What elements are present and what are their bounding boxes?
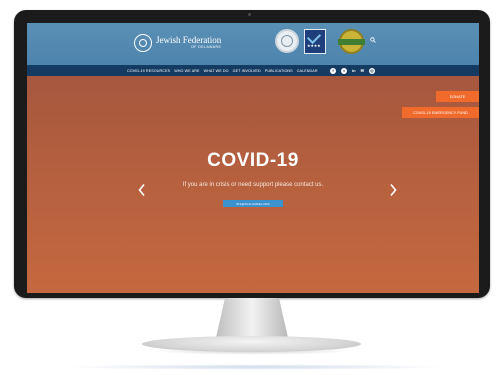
- nav-item-what-we-do[interactable]: WHAT WE DO: [204, 69, 229, 73]
- charity-navigator-badge-icon[interactable]: ★★★★: [304, 29, 326, 54]
- monitor-bezel: Jewish Federation OF DELAWARE ★★★★ COVID…: [14, 10, 490, 298]
- site-header: Jewish Federation OF DELAWARE ★★★★: [27, 23, 479, 65]
- webcam-dot: [248, 13, 251, 16]
- search-icon[interactable]: [370, 37, 376, 43]
- nav-item-publications[interactable]: PUBLICATIONS: [265, 69, 293, 73]
- monitor-mockup: Jewish Federation OF DELAWARE ★★★★ COVID…: [0, 0, 503, 375]
- social-links: f t in ✉ ◎: [330, 66, 380, 75]
- seal-badge-icon[interactable]: [275, 29, 299, 53]
- screen: Jewish Federation OF DELAWARE ★★★★ COVID…: [27, 23, 479, 293]
- brand-name: Jewish Federation: [156, 35, 222, 46]
- nav-item-calendar[interactable]: CALENDAR: [297, 69, 318, 73]
- brand-sub: OF DELAWARE: [190, 45, 222, 50]
- donate-button[interactable]: DONATE: [436, 91, 479, 102]
- email-icon[interactable]: ✉: [361, 68, 364, 74]
- instagram-icon[interactable]: ◎: [368, 67, 375, 74]
- brand-logo[interactable]: Jewish Federation OF DELAWARE: [134, 33, 221, 53]
- hero-title: COVID-19: [207, 150, 299, 171]
- seal-of-transparency-badge-icon[interactable]: [338, 29, 365, 54]
- hero-subtitle: If you are in crisis or need support ple…: [182, 182, 324, 188]
- linkedin-icon[interactable]: in: [352, 68, 356, 74]
- nav-item-who-we-are[interactable]: WHO WE ARE: [174, 69, 199, 73]
- menorah-logo-icon: [134, 34, 152, 52]
- emergency-fund-button[interactable]: COVID-19 EMERGENCY FUND: [402, 107, 479, 118]
- monitor-stand-base: [142, 336, 361, 352]
- nav-links: COVID-19 RESOURCES WHO WE ARE WHAT WE DO…: [127, 65, 322, 76]
- hero-slider: DONATE COVID-19 EMERGENCY FUND COVID-19 …: [27, 76, 479, 293]
- main-nav: COVID-19 RESOURCES WHO WE ARE WHAT WE DO…: [27, 65, 479, 76]
- floor-reflection: [60, 364, 450, 370]
- nav-item-covid-resources[interactable]: COVID-19 RESOURCES: [127, 69, 170, 73]
- facebook-icon[interactable]: f: [330, 67, 336, 74]
- twitter-icon[interactable]: t: [341, 67, 347, 74]
- nav-item-get-involved[interactable]: GET INVOLVED: [233, 69, 261, 73]
- contact-email-button[interactable]: JFS@SHALOMDEL.ORG: [223, 200, 283, 207]
